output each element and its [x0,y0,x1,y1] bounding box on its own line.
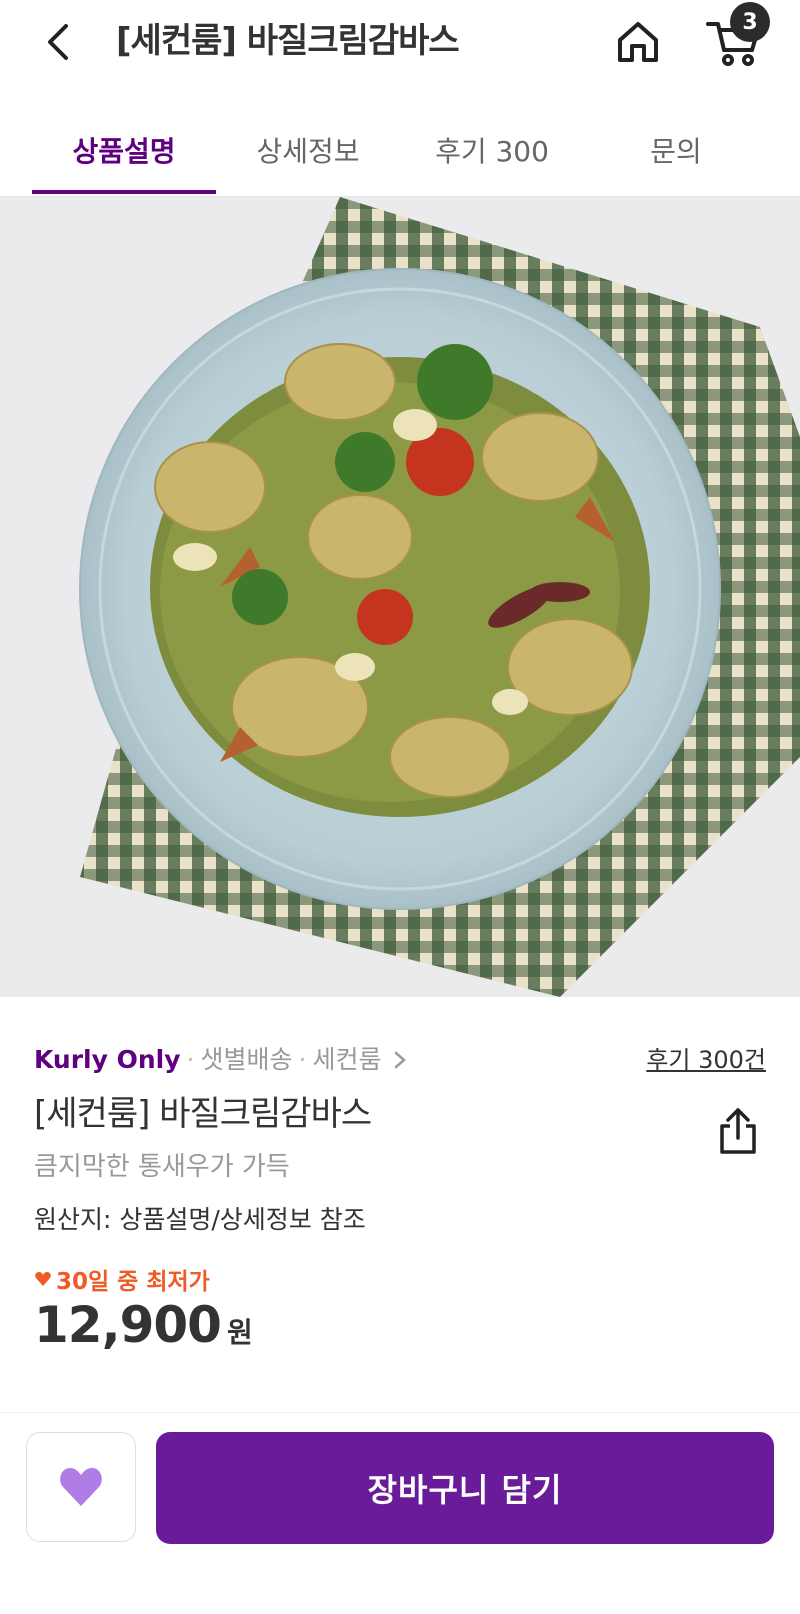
separator-dot: · [298,1045,307,1074]
price-unit: 원 [226,1316,253,1349]
heart-icon [60,1468,102,1506]
price-value: 12,900 [34,1296,222,1354]
bottom-divider [0,1412,800,1413]
review-count-link[interactable]: 후기 300건 [646,1040,766,1075]
seller-link[interactable]: 세컨룸 [312,1045,381,1074]
product-image [0,197,800,997]
top-app-bar: [세컨룸] 바질크림감바스 3 [0,0,800,88]
delivery-label: 샛별배송 [200,1045,293,1074]
product-name: [세컨룸] 바질크림감바스 [34,1094,372,1134]
chevron-left-icon [48,24,68,60]
brand-label: Kurly Only [34,1045,181,1074]
price: 12,900 원 [34,1296,253,1354]
lowest-price-badge: 30일 중 최저가 [34,1262,210,1296]
tab-details[interactable]: 상세정보 [216,130,400,170]
add-to-cart-button[interactable]: 장바구니 담기 [156,1432,774,1544]
food-photo [79,197,800,997]
share-icon [720,1108,756,1154]
tab-description[interactable]: 상품설명 [32,130,216,170]
cart-count-badge: 3 [730,2,770,42]
product-meta: Kurly Only · 샛별배송 · 세컨룸 [34,1040,407,1076]
home-icon [618,22,658,62]
lowest-price-label: 30일 중 최저가 [56,1269,210,1295]
heart-small-icon [35,1272,51,1286]
home-button[interactable] [612,16,664,68]
separator-dot: · [186,1045,195,1074]
wishlist-button[interactable] [26,1432,136,1542]
page-title: [세컨룸] 바질크림감바스 [116,21,460,61]
tab-reviews[interactable]: 후기 300 [400,130,584,170]
origin-info: 원산지: 상품설명/상세정보 참조 [34,1205,366,1234]
chevron-right-icon[interactable] [393,1050,407,1070]
back-button[interactable] [36,18,80,66]
tab-inquiry[interactable]: 문의 [584,130,768,170]
product-subtitle: 큼지막한 통새우가 가득 [34,1152,290,1182]
active-tab-indicator [32,190,216,194]
product-tabs: 상품설명 상세정보 후기 300 문의 [0,110,800,197]
share-button[interactable] [716,1106,760,1156]
